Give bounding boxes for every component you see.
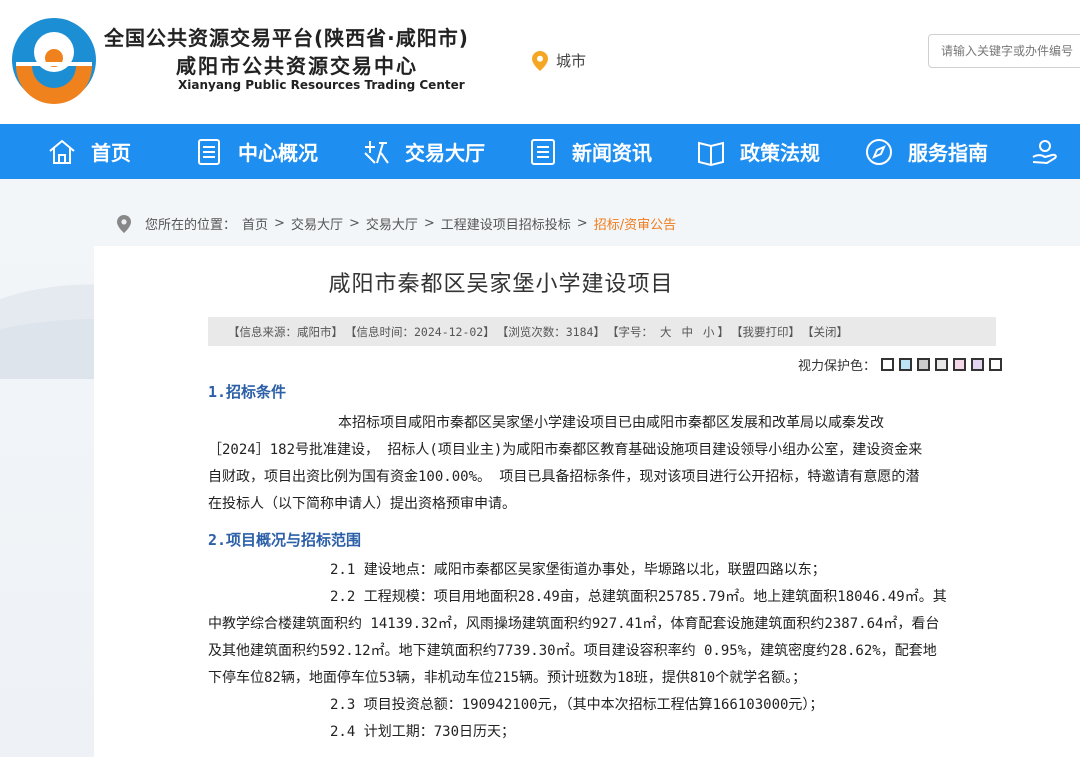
nav-item-trade-hall[interactable]: 交易大厅 [361,124,485,179]
eye-color-swatch-blue[interactable] [899,358,913,371]
close-button[interactable]: 【关闭】 [802,324,848,340]
nav-label: 政策法规 [740,141,820,165]
eye-color-swatch-default[interactable] [989,358,1003,371]
main-nav: 首页 中心概况 交易大厅 新闻资讯 政策法规 服务指南 [0,124,1080,179]
text-line: 下停车位82辆，地面停车位53辆，非机动车位215辆。预计班数为18班，提供81… [208,670,807,686]
search-box [928,34,1080,68]
nav-label: 交易大厅 [405,141,485,165]
breadcrumb-trade-hall-2[interactable]: 交易大厅 [366,214,418,233]
news-icon [531,138,555,165]
text-line: 本招标项目咸阳市秦都区吴家堡小学建设项目已由咸阳市秦都区发展和改革局以咸秦发改 [338,415,884,431]
article-meta-bar: 【信息来源：咸阳市】 【信息时间：2024-12-02】 【浏览次数：3184】… [208,317,996,346]
breadcrumb-prefix: 您所在的位置： [145,218,237,233]
nav-item-news[interactable]: 新闻资讯 [528,124,652,179]
eye-color-swatch-lavender[interactable] [971,358,985,371]
location-icon [117,214,131,233]
site-title-en: Xianyang Public Resources Trading Center [178,78,465,92]
breadcrumb-home[interactable]: 首页 [242,214,268,233]
eye-color-swatch-white[interactable] [881,358,895,371]
breadcrumb-current[interactable]: 招标/资审公告 [594,214,676,233]
meta-time: 【信息时间：2024-12-02】 [345,324,495,339]
article-title: 咸阳市秦都区吴家堡小学建设项目 [328,272,674,297]
meta-views: 【浏览次数：3184】 [496,324,605,339]
location-pin-icon [532,50,548,71]
breadcrumb: 您所在的位置： 首页 > 交易大厅 > 交易大厅 > 工程建设项目招标投标 > … [117,214,676,233]
hand-service-icon [1032,139,1057,164]
nav-item-center-overview[interactable]: 中心概况 [194,124,318,179]
text-line: 2.4 计划工期：730日历天； [330,724,516,740]
eye-color-swatch-pink[interactable] [953,358,967,371]
text-line: ［2024］182号批准建设， 招标人(项目业主)为咸阳市秦都区教育基础设施项目… [208,442,923,458]
eye-color-swatch-gray[interactable] [917,358,931,371]
text-line: 中教学综合楼建筑面积约 14139.32㎡，风雨操场建筑面积约927.41㎡，体… [208,616,940,632]
font-size-small[interactable]: 小 [703,324,715,340]
eye-protection-colors: 视力保护色： [798,355,1003,374]
section1-body: 本招标项目咸阳市秦都区吴家堡小学建设项目已由咸阳市秦都区发展和改革局以咸秦发改 … [208,410,998,518]
nav-label: 中心概况 [238,141,318,165]
breadcrumb-engineering[interactable]: 工程建设项目招标投标 [441,214,571,233]
home-icon [49,139,75,164]
meta-font-end: 】 [717,324,729,339]
nav-label: 首页 [91,141,131,165]
city-selector[interactable]: 城市 [532,50,586,71]
eye-protection-label: 视力保护色： [798,359,877,374]
section-heading: 2.项目概况与招标范围 [208,531,362,549]
nav-item-policy[interactable]: 政策法规 [696,124,820,179]
site-title: 全国公共资源交易平台(陕西省·咸阳市) [104,26,469,50]
text-line: 自财政，项目出资比例为国有资金100.00%。 项目已具备招标条件，现对该项目进… [208,469,920,485]
site-subtitle: 咸阳市公共资源交易中心 [176,54,418,78]
search-input[interactable] [929,35,1080,67]
section2-body: 2.1 建设地点：咸阳市秦都区吴家堡街道办事处，毕塬路以北，联盟四路以东； 2.… [208,557,998,746]
nav-label: 服务指南 [908,141,988,165]
document-icon [198,138,220,165]
font-size-large[interactable]: 大 [660,324,672,340]
breadcrumb-trade-hall[interactable]: 交易大厅 [291,214,343,233]
nav-label: 新闻资讯 [572,141,652,165]
meta-source: 【信息来源：咸阳市】 [228,324,343,339]
compass-icon [866,138,892,165]
text-line: 2.3 项目投资总额：190942100元，（其中本次招标工程估算1661030… [330,697,824,713]
text-line: 及其他建筑面积约592.12㎡。地下建筑面积约7739.30㎡。项目建设容积率约… [208,643,937,659]
eye-color-swatch-light-gray[interactable] [935,358,949,371]
font-size-medium[interactable]: 中 [681,324,693,340]
nav-item-service-guide[interactable]: 服务指南 [864,124,988,179]
text-line: 2.1 建设地点：咸阳市秦都区吴家堡街道办事处，毕塬路以北，联盟四路以东； [330,562,826,578]
book-icon [698,141,724,166]
nav-item-more[interactable] [1030,124,1060,179]
city-label: 城市 [556,52,587,70]
trade-hall-icon [364,140,389,164]
nav-item-home[interactable]: 首页 [47,124,131,179]
meta-font-label: 【字号： [606,324,653,339]
text-line: 在投标人（以下简称申请人）提出资格预审申请。 [208,496,516,512]
section-heading: 1.招标条件 [208,383,287,401]
site-header: 全国公共资源交易平台(陕西省·咸阳市) 咸阳市公共资源交易中心 Xianyang… [0,0,1080,124]
text-line: 2.2 工程规模：项目用地面积28.49亩，总建筑面积25785.79㎡。地上建… [330,589,947,605]
print-button[interactable]: 【我要打印】 [731,324,800,340]
site-logo[interactable] [8,14,100,106]
